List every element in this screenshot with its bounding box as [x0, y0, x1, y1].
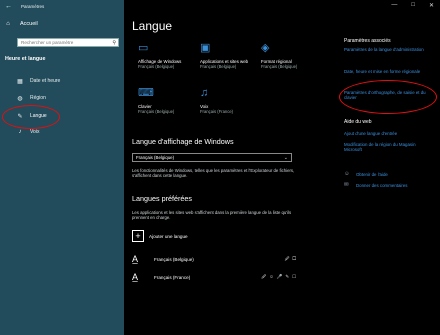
page-title: Langue	[132, 19, 173, 33]
titlebar: ← Paramètres	[0, 0, 124, 12]
language-features-icon: 🖉 ☺ 🎤 ✎ ☐	[261, 274, 297, 279]
web-help-heading: Aide du web	[344, 119, 372, 125]
link-date-heure-format[interactable]: Date, heure et mise en forme régionale	[344, 69, 434, 74]
tile-subtitle: Français (Belgique)	[138, 109, 175, 115]
link-langue-administration[interactable]: Paramètres de la langue d'administration	[344, 47, 434, 52]
close-button[interactable]: ✕	[429, 2, 434, 9]
home-link[interactable]: ⌂ Accueil	[4, 21, 38, 27]
sidebar: ← Paramètres ⌂ Accueil Rechercher un par…	[0, 0, 124, 335]
back-arrow-icon[interactable]: ←	[5, 3, 12, 10]
calendar-icon: ▦	[17, 78, 23, 85]
display-language-value: Français (Belgique)	[136, 155, 175, 160]
tile-affichage-windows[interactable]: ▭ Affichage de Windows Français (Belgiqu…	[138, 41, 190, 69]
language-features-icon: 🖉 ☐	[284, 256, 297, 261]
home-label: Accueil	[20, 21, 38, 27]
preferred-languages-heading: Langues préférées	[132, 194, 192, 203]
tile-voix[interactable]: ♫ Voix Français (France)	[200, 86, 252, 114]
language-glyph-icon: A̲	[132, 254, 139, 264]
settings-window: ← Paramètres ⌂ Accueil Rechercher un par…	[0, 0, 440, 335]
search-placeholder: Rechercher un paramètre	[21, 40, 74, 45]
globe-icon: ◍	[17, 95, 23, 102]
sidebar-item-region[interactable]: ◍ Région	[0, 91, 124, 105]
search-icon[interactable]: ⚲	[112, 40, 116, 46]
help-icon: ☺	[344, 171, 350, 177]
add-language-button[interactable]: + Ajouter une langue	[132, 230, 188, 242]
display-language-heading: Langue d'affichage de Windows	[132, 137, 234, 146]
language-name: Français (France)	[154, 274, 191, 280]
tile-subtitle: Français (Belgique)	[261, 64, 298, 70]
maximize-button[interactable]: □	[411, 2, 415, 9]
link-ajout-langue[interactable]: Ajout d'une langue d'entrée	[344, 131, 434, 136]
feedback-label: Donner des commentaires	[356, 182, 408, 188]
get-help-link[interactable]: ☺ Obtenir de l'aide	[344, 171, 388, 177]
sidebar-item-label: Voix	[30, 129, 40, 135]
main-panel: — □ ✕ Langue ▭ Affichage de Windows Fran…	[124, 0, 440, 335]
sidebar-item-label: Région	[30, 95, 46, 101]
app-title: Paramètres	[21, 3, 45, 9]
language-glyph-icon: A̲	[132, 272, 139, 282]
tile-format-regional[interactable]: ◈ Format régional Français (Belgique)	[261, 41, 313, 69]
tile-subtitle: Français (France)	[200, 109, 234, 115]
tile-applications-sites[interactable]: ▣ Applications et sites web Français (Be…	[200, 41, 252, 69]
region-format-icon: ◈	[261, 42, 270, 54]
display-language-select[interactable]: Français (Belgique) ⌄	[132, 153, 292, 162]
home-icon: ⌂	[6, 21, 10, 27]
language-item-fr-fr[interactable]: A̲ Français (France) 🖉 ☺ 🎤 ✎ ☐	[132, 270, 297, 284]
plus-icon: +	[132, 230, 144, 242]
feedback-icon: ✉	[344, 182, 349, 188]
window-controls: — □ ✕	[391, 2, 434, 9]
monitor-icon: ▭	[138, 42, 149, 54]
microphone-icon: ♪	[18, 129, 22, 135]
microphone-icon: ♫	[200, 87, 209, 99]
get-help-label: Obtenir de l'aide	[356, 171, 388, 177]
sidebar-item-date-heure[interactable]: ▦ Date et heure	[0, 74, 124, 88]
feedback-link[interactable]: ✉ Donner des commentaires	[344, 182, 408, 188]
tile-subtitle: Français (Belgique)	[138, 64, 175, 70]
chevron-down-icon: ⌄	[283, 154, 288, 161]
minimize-button[interactable]: —	[391, 2, 397, 9]
language-item-fr-be[interactable]: A̲ Français (Belgique) 🖉 ☐	[132, 252, 297, 266]
search-input[interactable]: Rechercher un paramètre ⚲	[17, 38, 119, 47]
annotation-circle-langue	[2, 105, 60, 129]
apps-icon: ▣	[200, 42, 211, 54]
section-title: Heure et langue	[5, 56, 46, 62]
keyboard-icon: ⌨	[138, 87, 154, 99]
tile-clavier[interactable]: ⌨ Clavier Français (Belgique)	[138, 86, 190, 114]
annotation-circle-orthographe	[339, 80, 437, 114]
preferred-languages-description: Les applications et les sites web s'affi…	[132, 210, 292, 221]
language-name: Français (Belgique)	[154, 256, 194, 262]
tile-subtitle: Français (Belgique)	[200, 64, 237, 70]
link-region-magasin[interactable]: Modification de la région du Magasin Mic…	[344, 142, 434, 153]
sidebar-item-label: Date et heure	[30, 78, 61, 84]
display-language-description: Les fonctionnalités de Windows, telles q…	[132, 168, 295, 179]
add-language-label: Ajouter une langue	[149, 233, 188, 239]
related-settings-heading: Paramètres associés	[344, 38, 391, 44]
